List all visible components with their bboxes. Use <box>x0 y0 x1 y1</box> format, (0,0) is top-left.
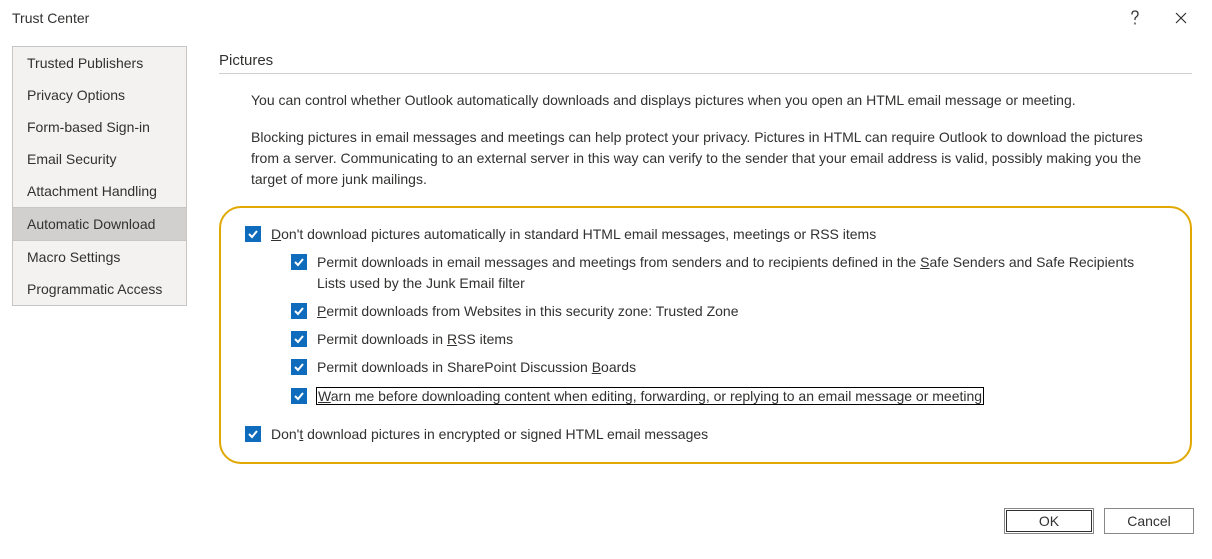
intro-text: You can control whether Outlook automati… <box>251 90 1171 111</box>
checkbox-encrypted[interactable] <box>245 426 261 442</box>
nav-automatic-download[interactable]: Automatic Download <box>13 207 186 241</box>
ok-button[interactable]: OK <box>1004 508 1094 534</box>
nav-email-security[interactable]: Email Security <box>13 143 186 175</box>
footer: OK Cancel <box>0 496 1212 534</box>
titlebar: Trust Center <box>0 0 1212 36</box>
close-button[interactable] <box>1158 2 1204 34</box>
explain-text: Blocking pictures in email messages and … <box>251 127 1171 190</box>
checkbox-boards[interactable] <box>291 359 307 375</box>
help-button[interactable] <box>1112 2 1158 34</box>
label-warn: Warn me before downloading content when … <box>317 386 983 406</box>
nav-attachment-handling[interactable]: Attachment Handling <box>13 175 186 207</box>
option-boards: Permit downloads in SharePoint Discussio… <box>291 357 1166 377</box>
checkbox-warn[interactable] <box>291 388 307 404</box>
option-rss: Permit downloads in RSS items <box>291 329 1166 349</box>
section-title: Pictures <box>219 52 1192 69</box>
nav-form-based-signin[interactable]: Form-based Sign-in <box>13 111 186 143</box>
checkbox-dont-download[interactable] <box>245 226 261 242</box>
nav-trusted-publishers[interactable]: Trusted Publishers <box>13 47 186 79</box>
category-sidebar: Trusted Publishers Privacy Options Form-… <box>12 46 187 306</box>
divider <box>219 73 1192 74</box>
content-area: Trusted Publishers Privacy Options Form-… <box>0 36 1212 496</box>
checkbox-trusted-zone[interactable] <box>291 303 307 319</box>
label-rss: Permit downloads in RSS items <box>317 329 513 349</box>
option-safe-lists: Permit downloads in email messages and m… <box>291 252 1166 293</box>
option-encrypted: Don't download pictures in encrypted or … <box>245 424 1166 444</box>
window-title: Trust Center <box>12 10 1112 26</box>
label-boards: Permit downloads in SharePoint Discussio… <box>317 357 636 377</box>
label-encrypted: Don't download pictures in encrypted or … <box>271 424 708 444</box>
options-highlight: Don't download pictures automatically in… <box>219 206 1192 464</box>
checkbox-safe-lists[interactable] <box>291 254 307 270</box>
option-trusted-zone: Permit downloads from Websites in this s… <box>291 301 1166 321</box>
nav-programmatic-access[interactable]: Programmatic Access <box>13 273 186 305</box>
label-trusted-zone: Permit downloads from Websites in this s… <box>317 301 738 321</box>
option-warn: Warn me before downloading content when … <box>291 386 1166 406</box>
label-safe-lists: Permit downloads in email messages and m… <box>317 252 1166 293</box>
checkbox-rss[interactable] <box>291 331 307 347</box>
main-panel: Pictures You can control whether Outlook… <box>219 46 1200 496</box>
nav-macro-settings[interactable]: Macro Settings <box>13 241 186 273</box>
option-dont-download: Don't download pictures automatically in… <box>245 224 1166 244</box>
label-dont-download: Don't download pictures automatically in… <box>271 224 876 244</box>
cancel-button[interactable]: Cancel <box>1104 508 1194 534</box>
nav-privacy-options[interactable]: Privacy Options <box>13 79 186 111</box>
